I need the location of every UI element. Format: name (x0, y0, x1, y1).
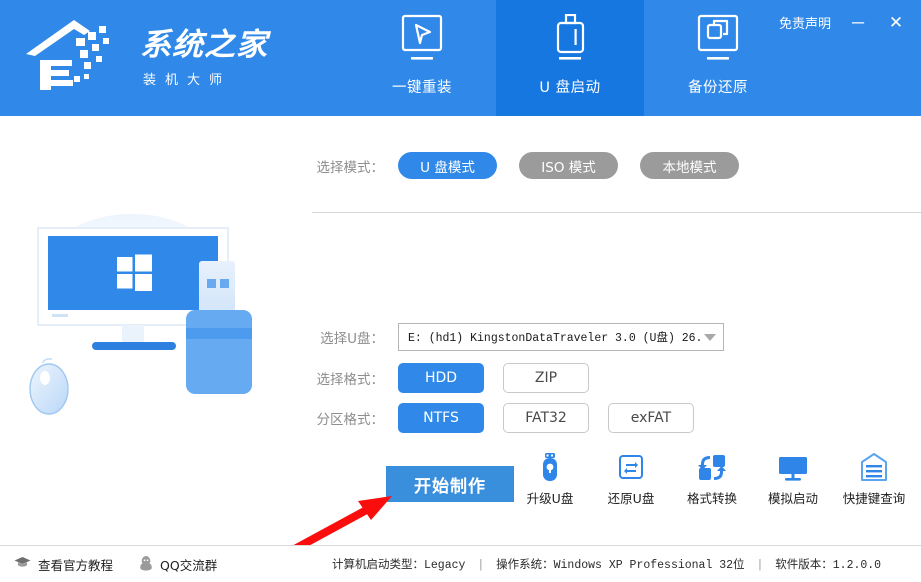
brand-title: 系统之家 (140, 27, 268, 64)
format-convert-icon (697, 451, 727, 483)
pc-usb-illustration (22, 211, 312, 426)
graduation-cap-icon (14, 556, 31, 573)
format-select-row: 选择格式： HDD ZIP (312, 363, 608, 393)
tab-label: 备份还原 (688, 80, 748, 96)
partition-option-fat32[interactable]: FAT32 (503, 403, 589, 433)
mode-option-usb[interactable]: U 盘模式 (398, 152, 497, 179)
usb-upgrade-icon (537, 451, 563, 483)
tool-label: 格式转换 (686, 491, 737, 506)
mode-label: 选择模式： (316, 159, 385, 176)
partition-select-row: 分区格式： NTFS FAT32 exFAT (312, 403, 713, 433)
format-option-zip[interactable]: ZIP (503, 363, 589, 393)
usb-label: 选择U盘： (320, 331, 384, 347)
tab-label: U 盘启动 (539, 80, 601, 96)
mode-select-row: 选择模式： U 盘模式 ISO 模式 本地模式 (312, 152, 761, 179)
tool-label: 快捷键查询 (842, 491, 906, 506)
version-text: 软件版本：1.2.0.0 (775, 559, 882, 572)
info-separator: | (756, 559, 764, 572)
partition-option-ntfs[interactable]: NTFS (398, 403, 484, 433)
close-button[interactable]: ✕ (885, 12, 907, 32)
tool-simulate-boot[interactable]: 模拟启动 (755, 451, 831, 507)
partition-option-exfat[interactable]: exFAT (608, 403, 694, 433)
brand-subtitle: 装机大师 (143, 72, 232, 88)
tab-backup-restore[interactable]: 备份还原 (644, 0, 792, 116)
tool-hotkey-query[interactable]: 快捷键查询 (836, 451, 912, 507)
info-separator: | (477, 559, 485, 572)
status-bar: 查看官方教程 QQ交流群 计算机启动类型：Legacy | 操作系统：Windo… (0, 545, 921, 582)
usb-device-select[interactable]: E: (hd1) KingstonDataTraveler 3.0 (U盘) 2… (398, 323, 724, 351)
minimize-button[interactable]: ─ (847, 12, 869, 32)
bottom-toolbar: 升级U盘 还原U盘 格式转换 模拟启动 快捷键查询 (512, 451, 912, 507)
format-label: 选择格式： (316, 372, 385, 388)
main-content: 选择模式： U 盘模式 ISO 模式 本地模式 选择U盘： E: (hd1) K… (0, 116, 921, 582)
app-window: 系统之家 装机大师 一键重装 U 盘启动 备份还原 免责声明 ─ ✕ 选择模式：… (0, 0, 921, 582)
house-logo-icon (18, 16, 136, 100)
main-tabs: 一键重装 U 盘启动 备份还原 (348, 0, 792, 116)
copy-screen-icon (693, 13, 743, 67)
tab-one-key-reinstall[interactable]: 一键重装 (348, 0, 496, 116)
tab-usb-boot[interactable]: U 盘启动 (496, 0, 644, 116)
qq-group-link[interactable]: QQ交流群 (139, 555, 217, 574)
tool-format-convert[interactable]: 格式转换 (674, 451, 750, 507)
tool-label: 还原U盘 (607, 491, 655, 506)
usb-drive-icon (545, 13, 595, 67)
status-links: 查看官方教程 QQ交流群 (0, 555, 217, 574)
tool-label: 升级U盘 (526, 491, 574, 506)
chevron-down-icon (704, 333, 716, 341)
mode-option-local[interactable]: 本地模式 (640, 152, 739, 179)
status-link-label: 查看官方教程 (38, 557, 114, 573)
tool-restore-usb[interactable]: 还原U盘 (593, 451, 669, 507)
app-header: 系统之家 装机大师 一键重装 U 盘启动 备份还原 免责声明 ─ ✕ (0, 0, 921, 116)
mode-option-iso[interactable]: ISO 模式 (519, 152, 618, 179)
cursor-screen-icon (397, 13, 447, 67)
official-tutorial-link[interactable]: 查看官方教程 (14, 555, 113, 574)
simulate-boot-icon (777, 451, 809, 483)
brand-logo: 系统之家 装机大师 (0, 0, 320, 116)
boot-type-text: 计算机启动类型：Legacy (332, 559, 466, 572)
os-text: 操作系统：Windows XP Professional 32位 (496, 559, 745, 572)
section-divider (312, 212, 921, 213)
usb-device-value: E: (hd1) KingstonDataTraveler 3.0 (U盘) 2… (408, 332, 700, 345)
start-make-button[interactable]: 开始制作 (386, 466, 514, 502)
tool-label: 模拟启动 (767, 491, 818, 506)
tab-label: 一键重装 (392, 80, 452, 96)
window-controls: 免责声明 ─ ✕ (779, 12, 907, 32)
hotkey-query-icon (860, 451, 888, 483)
usb-select-row: 选择U盘： E: (hd1) KingstonDataTraveler 3.0 … (312, 323, 724, 351)
format-option-hdd[interactable]: HDD (398, 363, 484, 393)
partition-label: 分区格式： (316, 412, 385, 428)
brand-text: 系统之家 装机大师 (140, 28, 268, 88)
disclaimer-link[interactable]: 免责声明 (779, 13, 831, 32)
usb-restore-icon (617, 451, 645, 483)
tool-upgrade-usb[interactable]: 升级U盘 (512, 451, 588, 507)
qq-penguin-icon (139, 555, 153, 574)
system-info: 计算机启动类型：Legacy | 操作系统：Windows XP Profess… (332, 556, 881, 572)
status-link-label: QQ交流群 (160, 557, 218, 573)
